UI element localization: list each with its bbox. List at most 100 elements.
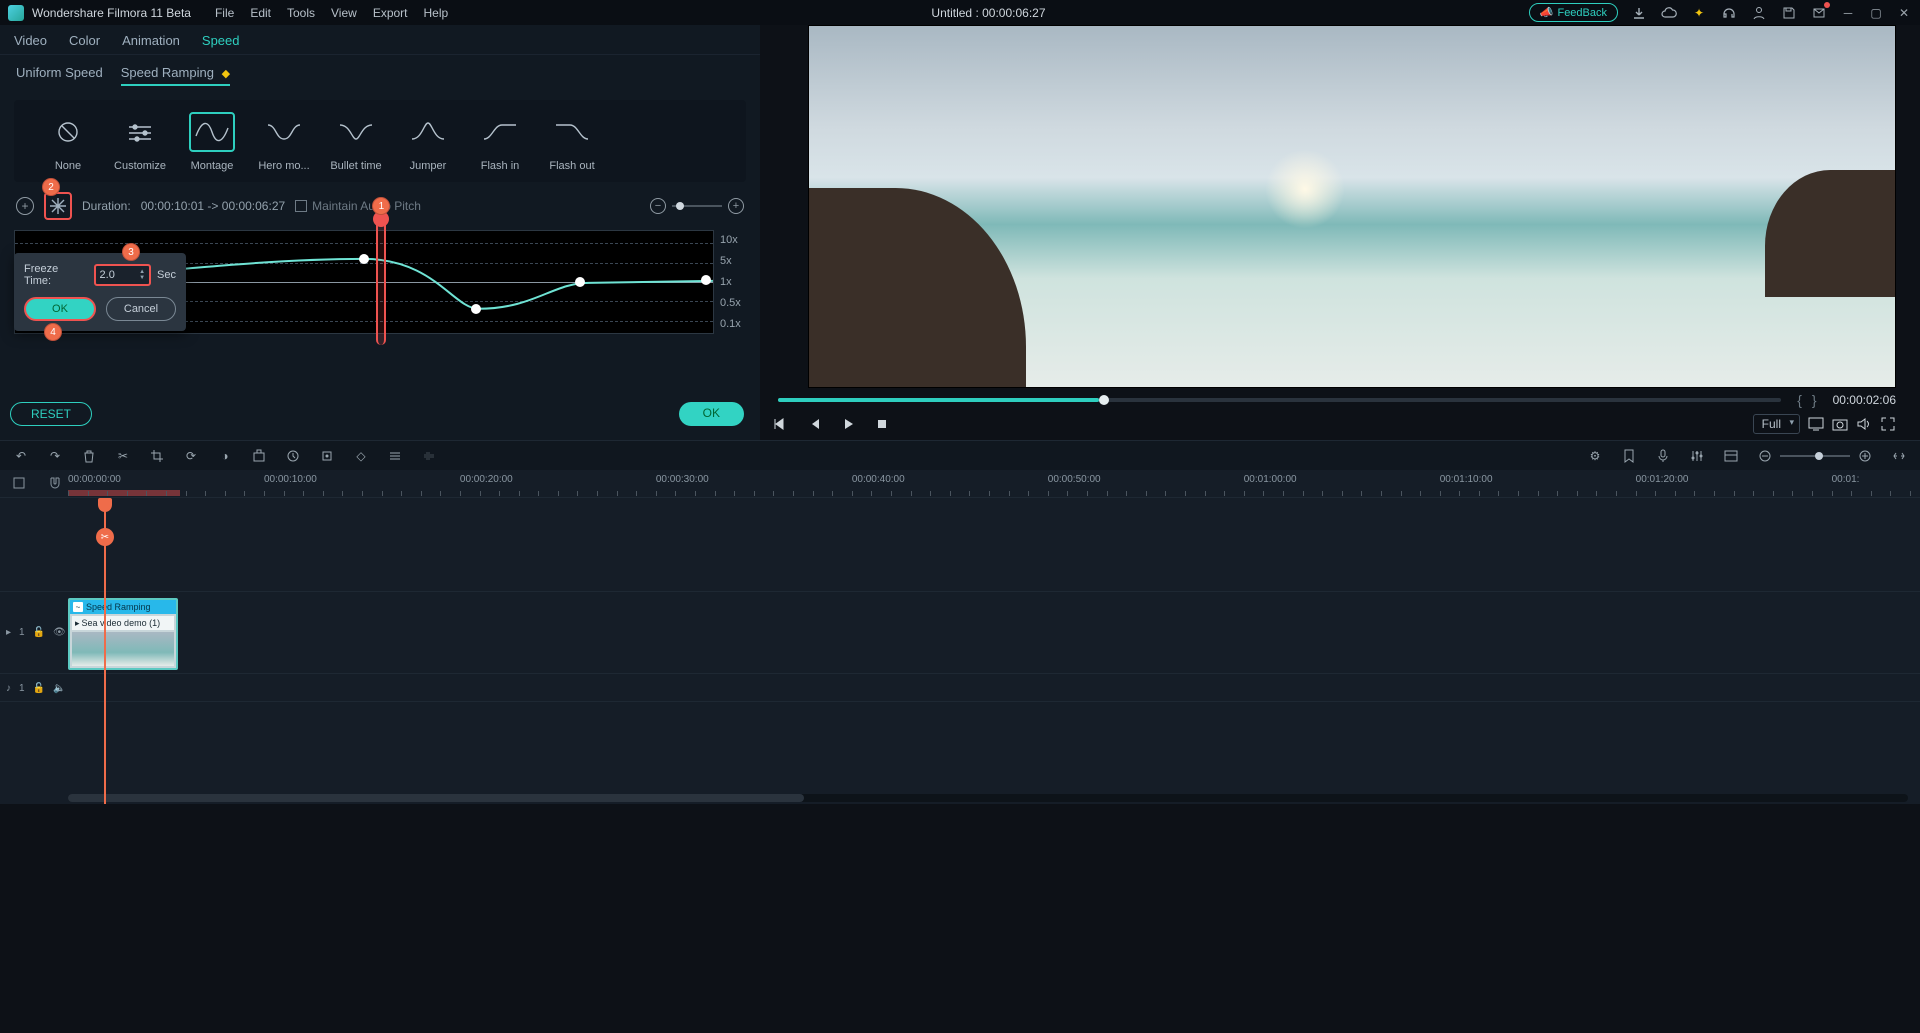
stop-button[interactable] [874, 416, 890, 432]
freeze-cancel-button[interactable]: Cancel [106, 297, 176, 321]
marker-button[interactable] [1620, 447, 1638, 465]
magnet-button[interactable] [48, 476, 64, 492]
crop-button[interactable] [148, 447, 166, 465]
prev-frame-button[interactable] [772, 416, 788, 432]
duration-label: Duration: [82, 199, 131, 213]
preset-none[interactable]: None [38, 112, 98, 172]
ramp-node[interactable] [575, 277, 585, 287]
tl-zoom-out-button[interactable] [1756, 447, 1774, 465]
cloud-icon[interactable] [1660, 4, 1678, 22]
volume-icon[interactable] [1856, 416, 1872, 432]
preset-hero[interactable]: Hero mo... [254, 112, 314, 172]
color-tool-button[interactable]: ◑ [216, 447, 234, 465]
export-icon[interactable] [1630, 4, 1648, 22]
adjust-button[interactable] [386, 447, 404, 465]
visibility-icon[interactable]: 👁 [53, 627, 66, 638]
maintain-audio-pitch[interactable]: Maintain Audio Pitch [295, 199, 421, 213]
preset-bullet[interactable]: Bullet time [326, 112, 386, 172]
preview-quality-select[interactable]: Full [1753, 414, 1800, 434]
tab-uniform-speed[interactable]: Uniform Speed [16, 65, 103, 86]
speed-tool-button[interactable]: ⟳ [182, 447, 200, 465]
lock-icon[interactable]: 🔓 [33, 627, 45, 638]
clip-name-label: Sea video demo (1) [82, 618, 161, 628]
lock-icon[interactable]: 🔓 [33, 683, 45, 694]
ramp-node[interactable] [701, 275, 711, 285]
sparkle-icon[interactable]: ✦ [1690, 4, 1708, 22]
menu-export[interactable]: Export [373, 6, 408, 20]
menu-help[interactable]: Help [424, 6, 449, 20]
ramp-node[interactable] [359, 254, 369, 264]
mark-out-button[interactable]: } [1812, 392, 1817, 408]
detach-preview-icon[interactable] [1808, 416, 1824, 432]
ramp-zoom-out-button[interactable]: − [650, 198, 666, 214]
record-button[interactable] [1654, 447, 1672, 465]
menu-view[interactable]: View [331, 6, 357, 20]
tab-speed-ramping[interactable]: Speed Ramping ◆ [121, 65, 230, 86]
playhead-split-icon[interactable]: ✂ [96, 528, 114, 546]
menu-edit[interactable]: Edit [250, 6, 271, 20]
tab-animation[interactable]: Animation [122, 33, 180, 48]
ramp-playhead[interactable]: 1 [376, 219, 386, 345]
ramp-node[interactable] [471, 304, 481, 314]
ok-button[interactable]: OK [679, 402, 744, 426]
freeze-ok-button[interactable]: OK 4 [24, 297, 96, 321]
tl-zoom-in-button[interactable] [1856, 447, 1874, 465]
add-keyframe-button[interactable]: + [16, 197, 34, 215]
layout-button[interactable] [1722, 447, 1740, 465]
timeline-scrollbar[interactable] [68, 794, 1908, 802]
maximize-button[interactable]: ▢ [1868, 5, 1884, 21]
ruler-label: 00:01:20:00 [1636, 474, 1689, 485]
tab-color[interactable]: Color [69, 33, 100, 48]
save-icon[interactable] [1780, 4, 1798, 22]
freeze-time-input[interactable]: ▲▼ [94, 264, 152, 286]
annotation-badge-2: 2 [42, 178, 60, 196]
timeline-options-button[interactable] [12, 476, 28, 492]
clock-button[interactable] [284, 447, 302, 465]
preset-montage[interactable]: Montage [182, 112, 242, 172]
delete-button[interactable] [80, 447, 98, 465]
menu-file[interactable]: File [215, 6, 234, 20]
freeze-time-value[interactable] [100, 269, 132, 281]
preview-viewport[interactable] [808, 25, 1896, 388]
play-button[interactable] [840, 416, 856, 432]
render-button[interactable]: ⚙ [1586, 447, 1604, 465]
tab-speed[interactable]: Speed [202, 33, 240, 48]
preview-seek-bar[interactable] [778, 398, 1781, 402]
timeline-playhead[interactable]: ✂ [104, 498, 106, 804]
minimize-button[interactable]: ─ [1840, 5, 1856, 21]
speed-ramping-label: Speed Ramping [121, 65, 214, 80]
freeze-frame-button[interactable] [44, 192, 72, 220]
timeline-clip[interactable]: ~Speed Ramping ▸Sea video demo (1) [68, 598, 178, 670]
redo-button[interactable]: ↷ [46, 447, 64, 465]
feedback-button[interactable]: 📣 FeedBack [1529, 3, 1618, 22]
mute-icon[interactable]: 🔈 [53, 683, 65, 694]
video-track-number: 1 [19, 627, 25, 638]
menu-tools[interactable]: Tools [287, 6, 315, 20]
notification-icon[interactable] [1810, 4, 1828, 22]
preset-customize[interactable]: Customize [110, 112, 170, 172]
preset-flash-in[interactable]: Flash in [470, 112, 530, 172]
snapshot-icon[interactable] [1832, 416, 1848, 432]
split-button[interactable]: ✂ [114, 447, 132, 465]
fullscreen-icon[interactable] [1880, 416, 1896, 432]
undo-button[interactable]: ↶ [12, 447, 30, 465]
headset-icon[interactable] [1720, 4, 1738, 22]
mixer-button[interactable] [1688, 447, 1706, 465]
spinner-down-icon[interactable]: ▼ [139, 275, 145, 281]
keyframe-button[interactable]: ◇ [352, 447, 370, 465]
mark-in-button[interactable]: { [1797, 392, 1802, 408]
ramp-zoom-in-button[interactable]: + [728, 198, 744, 214]
ai-button[interactable] [318, 447, 336, 465]
green-screen-button[interactable] [250, 447, 268, 465]
timeline-ruler[interactable]: 00:00:00:0000:00:10:0000:00:20:0000:00:3… [68, 474, 1910, 496]
tab-video[interactable]: Video [14, 33, 47, 48]
close-button[interactable]: ✕ [1896, 5, 1912, 21]
fit-zoom-button[interactable] [1890, 447, 1908, 465]
preset-flash-out[interactable]: Flash out [542, 112, 602, 172]
reset-button[interactable]: RESET [10, 402, 92, 426]
step-back-button[interactable] [806, 416, 822, 432]
preset-jumper[interactable]: Jumper [398, 112, 458, 172]
ramp-zoom-slider[interactable] [672, 205, 722, 207]
user-icon[interactable] [1750, 4, 1768, 22]
tl-zoom-slider[interactable] [1780, 455, 1850, 457]
